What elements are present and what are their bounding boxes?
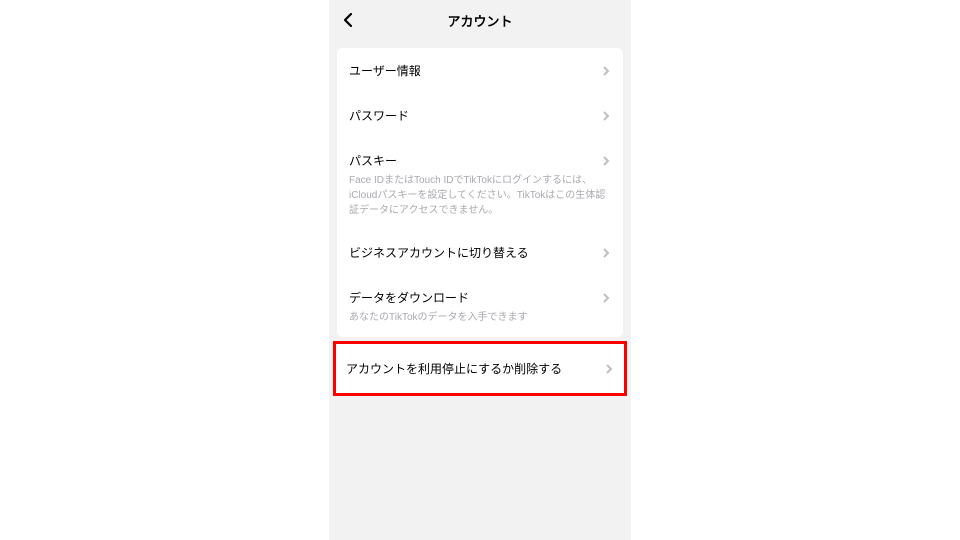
account-settings-screen: アカウント ユーザー情報 パスワード パスキー Face IDまたはTouch …	[329, 0, 631, 540]
list-item-label: ユーザー情報	[349, 62, 421, 79]
list-item-passkey[interactable]: パスキー	[337, 138, 623, 173]
list-item-label: アカウントを利用停止にするか削除する	[346, 360, 562, 377]
list-item-sublabel: あなたのTikTokのデータを入手できます	[337, 310, 623, 337]
list-item-deactivate-delete[interactable]: アカウントを利用停止にするか削除する	[336, 344, 624, 393]
list-item-label: データをダウンロード	[349, 289, 469, 306]
chevron-right-icon	[601, 66, 611, 76]
settings-list: ユーザー情報 パスワード パスキー Face IDまたはTouch IDでTik…	[329, 48, 631, 396]
list-item-user-info[interactable]: ユーザー情報	[337, 48, 623, 93]
list-item-business-account[interactable]: ビジネスアカウントに切り替える	[337, 230, 623, 275]
list-item-label: パスキー	[349, 152, 397, 169]
chevron-left-icon	[341, 12, 357, 28]
chevron-right-icon	[601, 248, 611, 258]
list-item-password[interactable]: パスワード	[337, 93, 623, 138]
back-button[interactable]	[341, 12, 357, 28]
list-item-download-data[interactable]: データをダウンロード	[337, 275, 623, 310]
chevron-right-icon	[604, 364, 614, 374]
chevron-right-icon	[601, 293, 611, 303]
list-item-label: パスワード	[349, 107, 409, 124]
chevron-right-icon	[601, 156, 611, 166]
settings-card: ユーザー情報 パスワード パスキー Face IDまたはTouch IDでTik…	[337, 48, 623, 337]
header-bar: アカウント	[329, 0, 631, 40]
chevron-right-icon	[601, 111, 611, 121]
page-title: アカウント	[447, 11, 512, 30]
highlighted-item-box: アカウントを利用停止にするか削除する	[333, 341, 627, 396]
list-item-sublabel: Face IDまたはTouch IDでTikTokにログインするには、iClou…	[337, 173, 623, 230]
list-item-label: ビジネスアカウントに切り替える	[349, 244, 529, 261]
